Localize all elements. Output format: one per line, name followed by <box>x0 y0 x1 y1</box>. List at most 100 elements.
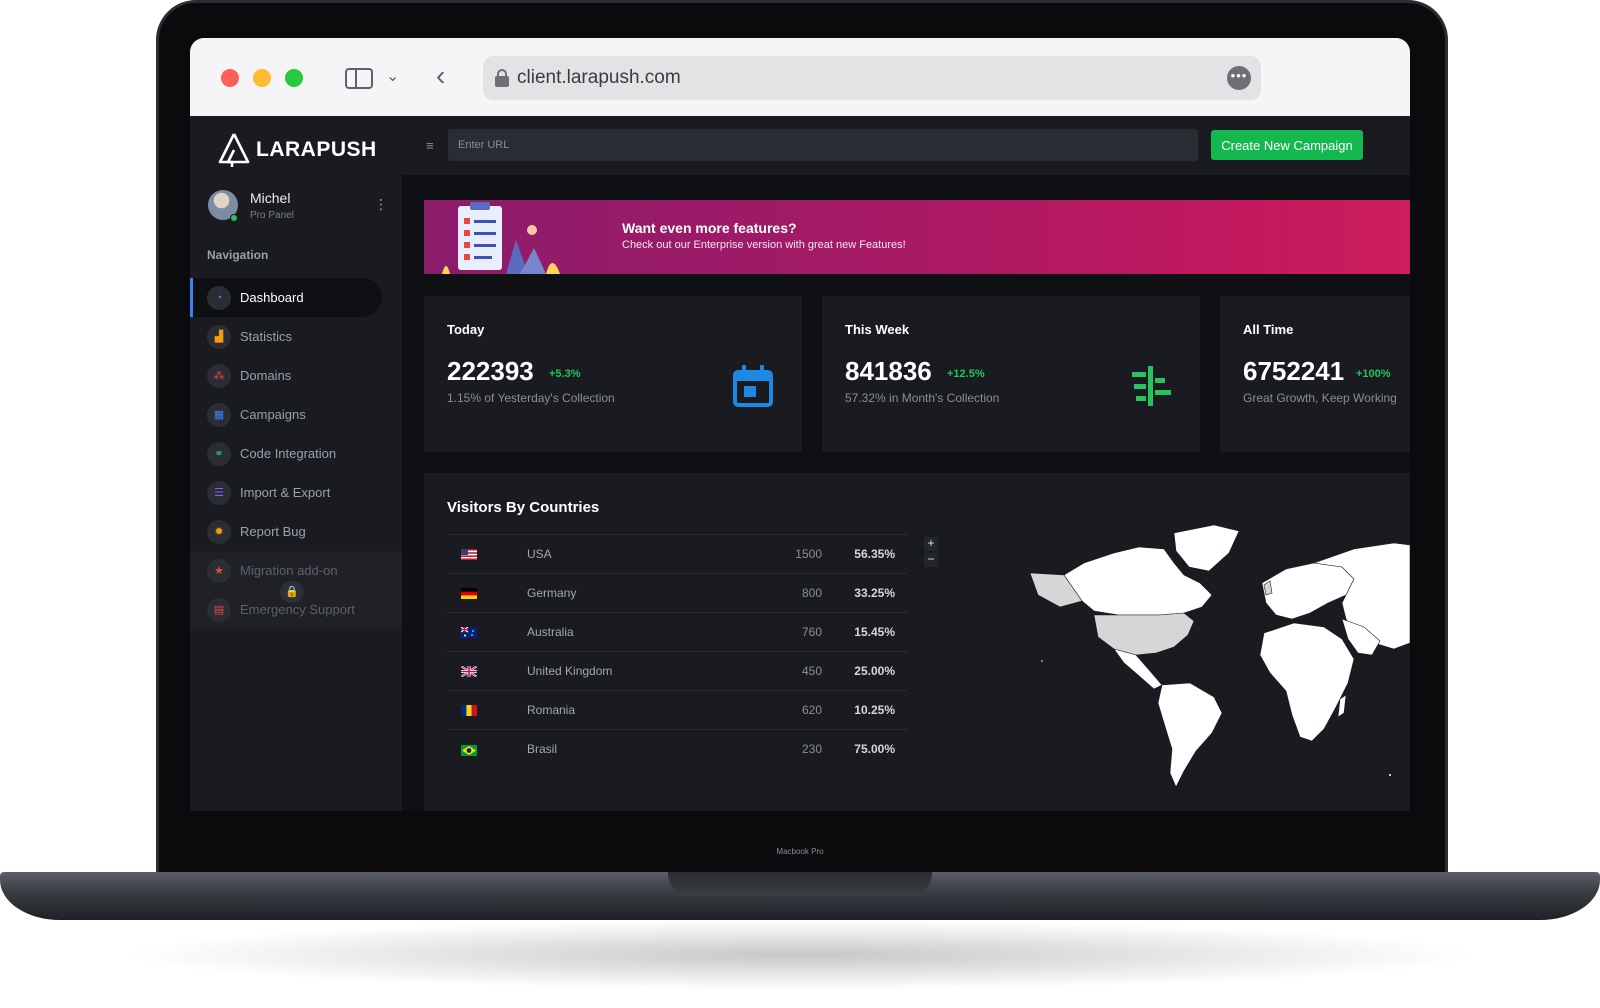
app: LARAPUSH Michel Pro Panel ⋮ Navigation ◔… <box>190 116 1410 811</box>
laptop-shadow <box>120 920 1480 990</box>
stat-subtitle: Great Growth, Keep Working <box>1243 391 1397 405</box>
map-zoom-controls: + − <box>924 537 938 569</box>
link-icon: ⚭ <box>207 441 231 466</box>
sidebar-item-label: Report Bug <box>240 524 306 539</box>
create-new-campaign-button[interactable]: Create New Campaign <box>1211 130 1363 160</box>
map-region-europe <box>1261 562 1355 620</box>
gauge-icon: ◔ <box>207 285 231 310</box>
sidebar-item-label: Campaigns <box>240 407 306 422</box>
sidebar-item-label: Emergency Support <box>240 602 355 617</box>
country-count: 450 <box>727 651 822 691</box>
maximize-window-button[interactable] <box>285 69 303 87</box>
gb-flag-icon <box>461 666 477 678</box>
more-options-icon[interactable]: ••• <box>1227 66 1251 90</box>
sidebar-item-campaigns[interactable]: ▦ Campaigns <box>190 395 402 434</box>
country-count: 1500 <box>727 534 822 574</box>
chevron-down-icon[interactable]: ⌄ <box>386 66 399 86</box>
brand-name: LARAPUSH <box>256 138 377 161</box>
country-name: Australia <box>527 612 727 652</box>
country-percent: 33.25% <box>822 573 907 613</box>
country-count: 800 <box>727 573 822 613</box>
sidebar-item-label: Dashboard <box>240 290 304 305</box>
stat-subtitle: 1.15% of Yesterday's Collection <box>447 391 615 405</box>
stat-card-this-week: This Week 841836 +12.5% 57.32% in Month'… <box>822 296 1200 452</box>
table-row: USA 1500 56.35% <box>447 534 907 574</box>
sidebar-item-statistics[interactable]: ▟ Statistics <box>190 317 402 356</box>
card-title: Visitors By Countries <box>447 499 600 516</box>
table-row: United Kingdom 450 25.00% <box>447 651 907 691</box>
url-input[interactable] <box>448 129 1198 161</box>
stat-value: 841836 <box>845 356 932 386</box>
sidebar-item-report-bug[interactable]: ✹ Report Bug <box>190 512 402 551</box>
stat-subtitle: 57.32% in Month's Collection <box>845 391 1000 405</box>
map-region-usa <box>1093 612 1195 656</box>
hamburger-menu-icon[interactable]: ≡ <box>426 138 434 153</box>
stat-card-all-time: All Time 6752241 +100% Great Growth, Kee… <box>1220 296 1410 452</box>
table-icon: ▦ <box>207 402 231 427</box>
zoom-in-button[interactable]: + <box>924 537 938 551</box>
padlock-icon: 🔒 <box>280 581 304 603</box>
table-row: Romania 620 10.25% <box>447 690 907 730</box>
br-flag-icon <box>461 744 477 756</box>
sidebar: LARAPUSH Michel Pro Panel ⋮ Navigation ◔… <box>190 116 402 811</box>
sidebar-nav: ◔ Dashboard ▟ Statistics ⁂ Domains ▦ Cam… <box>190 278 402 629</box>
zoom-out-button[interactable]: − <box>924 553 938 567</box>
sidebar-item-label: Import & Export <box>240 485 331 500</box>
stat-title: This Week <box>845 322 910 337</box>
stat-card-today: Today 222393 +5.3% 1.15% of Yesterday's … <box>424 296 802 452</box>
kebab-menu-icon[interactable]: ⋮ <box>374 196 388 213</box>
banner-title: Want even more features? <box>622 220 797 236</box>
sidebar-item-import-export[interactable]: ☰ Import & Export <box>190 473 402 512</box>
larapush-logo-icon <box>218 133 250 167</box>
table-row: Australia 760 15.45% <box>447 612 907 652</box>
brand[interactable]: LARAPUSH <box>218 130 377 170</box>
screen: ⌄ ‹ client.larapush.com ••• LARAPUSH Mic… <box>190 38 1410 811</box>
bug-icon: ✹ <box>207 519 231 544</box>
table-row: Germany 800 33.25% <box>447 573 907 613</box>
back-arrow-icon[interactable]: ‹ <box>436 60 445 92</box>
browser-toolbar: ⌄ ‹ client.larapush.com ••• <box>190 38 1410 116</box>
au-flag-icon <box>461 627 477 639</box>
stat-title: All Time <box>1243 322 1294 337</box>
banner-subtitle: Check out our Enterprise version with gr… <box>622 239 906 251</box>
sidebar-item-label: Domains <box>240 368 292 383</box>
stat-value: 222393 <box>447 356 534 386</box>
visitors-by-countries-card: Visitors By Countries USA 1500 56.35% Ge… <box>424 473 1410 811</box>
enterprise-banner[interactable]: Want even more features? Check out our E… <box>424 200 1410 274</box>
country-name: USA <box>527 534 727 574</box>
bar-chart-icon: ▟ <box>207 324 231 349</box>
laptop-notch <box>668 872 932 896</box>
url-text[interactable]: client.larapush.com <box>517 67 681 89</box>
calendar-icon <box>733 365 773 407</box>
world-map[interactable] <box>1024 523 1410 793</box>
country-percent: 25.00% <box>822 651 907 691</box>
user-profile[interactable]: Michel Pro Panel ⋮ <box>208 188 388 228</box>
us-flag-icon <box>461 549 477 561</box>
timeline-icon <box>1132 366 1171 406</box>
de-flag-icon <box>461 588 477 600</box>
map-region-greenland <box>1173 524 1240 572</box>
stat-change: +12.5% <box>947 368 985 380</box>
user-role: Pro Panel <box>250 210 294 221</box>
sidebar-item-dashboard[interactable]: ◔ Dashboard <box>190 278 382 317</box>
address-bar[interactable]: client.larapush.com ••• <box>483 56 1261 100</box>
online-status-dot <box>230 214 238 222</box>
country-name: Brasil <box>527 729 727 769</box>
countries-table: USA 1500 56.35% Germany 800 33.25% Austr… <box>447 534 907 769</box>
map-region-south-america <box>1157 682 1223 788</box>
sidebar-item-label: Statistics <box>240 329 293 344</box>
sidebar-item-domains[interactable]: ⁂ Domains <box>190 356 402 395</box>
topbar: ≡ Create New Campaign <box>402 116 1410 175</box>
close-window-button[interactable] <box>221 69 239 87</box>
country-count: 230 <box>727 729 822 769</box>
country-percent: 75.00% <box>822 729 907 769</box>
country-percent: 56.35% <box>822 534 907 574</box>
cluster-icon: ⁂ <box>207 363 231 388</box>
minimize-window-button[interactable] <box>253 69 271 87</box>
checklist-illustration-icon <box>442 202 560 274</box>
sidebar-item-label: Migration add-on <box>240 563 338 578</box>
sidebar-item-code-integration[interactable]: ⚭ Code Integration <box>190 434 402 473</box>
sidebar-toggle-icon[interactable] <box>345 68 373 89</box>
country-count: 760 <box>727 612 822 652</box>
country-name: United Kingdom <box>527 651 727 691</box>
